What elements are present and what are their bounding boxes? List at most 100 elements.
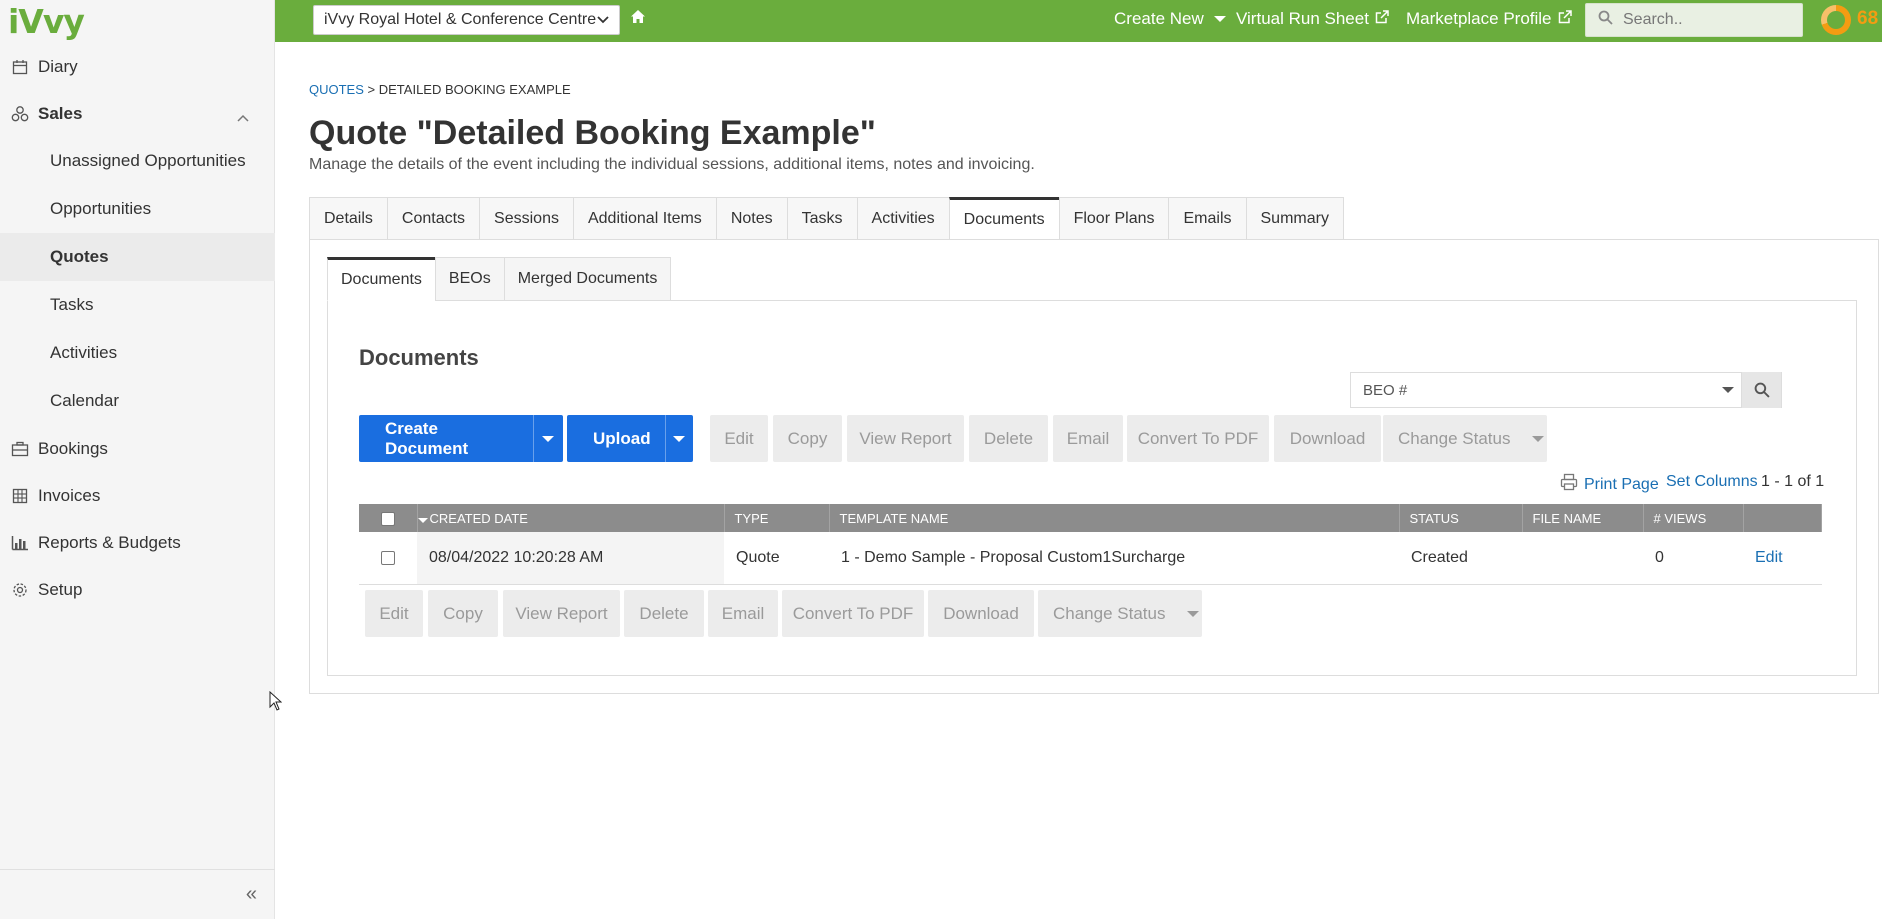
copy-button[interactable]: Copy: [773, 415, 842, 462]
row-select-cell: [359, 532, 417, 585]
sidebar-item-activities[interactable]: Activities: [0, 329, 275, 377]
caret-down-icon: [1213, 16, 1226, 22]
column-template-name[interactable]: TEMPLATE NAME: [829, 504, 1400, 532]
create-document-button[interactable]: Create Document: [359, 415, 563, 462]
search-icon: [1754, 382, 1770, 398]
caret-down-icon: [1187, 610, 1200, 617]
progress-donut-icon[interactable]: [1821, 5, 1851, 35]
delete-button[interactable]: Delete: [969, 415, 1048, 462]
cell-created-date: 08/04/2022 10:20:28 AM: [417, 532, 724, 585]
sidebar-item-label: Reports & Budgets: [38, 532, 181, 552]
marketplace-profile-link[interactable]: Marketplace Profile: [1406, 9, 1572, 29]
sidebar-item-invoices[interactable]: Invoices: [0, 472, 275, 519]
sidebar-item-label: Diary: [38, 56, 78, 76]
printer-icon: [1560, 473, 1578, 496]
set-columns-link[interactable]: Set Columns: [1666, 473, 1758, 491]
tab-emails[interactable]: Emails: [1168, 197, 1246, 240]
tab-documents[interactable]: Documents: [948, 197, 1059, 240]
tab-activities[interactable]: Activities: [856, 197, 949, 240]
sidebar-item-sales[interactable]: Sales: [0, 90, 275, 137]
marketplace-profile-label: Marketplace Profile: [1406, 9, 1552, 28]
edit-button-bottom[interactable]: Edit: [365, 590, 423, 637]
sales-icon: [10, 104, 30, 124]
invoice-icon: [10, 486, 30, 506]
sidebar-item-opportunities[interactable]: Opportunities: [0, 185, 275, 233]
copy-button-bottom[interactable]: Copy: [428, 590, 498, 637]
page-title: Quote "Detailed Booking Example": [309, 114, 876, 152]
beo-filter-value: BEO #: [1363, 381, 1408, 399]
column-type[interactable]: TYPE: [724, 504, 830, 532]
delete-button-bottom[interactable]: Delete: [624, 590, 704, 637]
tab-sessions[interactable]: Sessions: [479, 197, 573, 240]
view-report-button-bottom[interactable]: View Report: [503, 590, 620, 637]
upload-button[interactable]: Upload: [567, 415, 693, 462]
tab-additional-items[interactable]: Additional Items: [572, 197, 716, 240]
collapse-sidebar-icon[interactable]: «: [246, 883, 257, 906]
venue-select-value: iVvy Royal Hotel & Conference Centre: [324, 11, 597, 28]
download-button[interactable]: Download: [1274, 415, 1381, 462]
caret-down-icon[interactable]: [664, 415, 693, 462]
cell-actions: Edit: [1743, 532, 1822, 585]
tab-floor-plans[interactable]: Floor Plans: [1058, 197, 1169, 240]
ivvy-logo[interactable]: iVvy: [8, 2, 85, 41]
sidebar-item-calendar[interactable]: Calendar: [0, 377, 275, 425]
breadcrumb-separator: >: [367, 82, 376, 97]
sidebar-item-reports-budgets[interactable]: Reports & Budgets: [0, 519, 275, 566]
set-columns-label[interactable]: Set Columns: [1666, 473, 1758, 491]
change-status-button[interactable]: Change Status: [1383, 415, 1547, 462]
tab-summary[interactable]: Summary: [1245, 197, 1344, 240]
column-status[interactable]: STATUS: [1399, 504, 1523, 532]
search-input[interactable]: [1623, 11, 1783, 29]
search-button[interactable]: [1741, 372, 1781, 408]
column-views[interactable]: # VIEWS: [1643, 504, 1744, 532]
breadcrumb-quotes-link[interactable]: QUOTES: [309, 82, 364, 97]
column-file-name[interactable]: FILE NAME: [1522, 504, 1644, 532]
tab-details[interactable]: Details: [309, 197, 387, 240]
page-description: Manage the details of the event includin…: [309, 156, 1035, 173]
create-new-menu[interactable]: Create New: [1114, 9, 1226, 29]
sidebar-item-tasks[interactable]: Tasks: [0, 281, 275, 329]
tab-notes[interactable]: Notes: [715, 197, 787, 240]
chevron-up-icon[interactable]: [237, 107, 249, 127]
progress-value: 68: [1857, 8, 1879, 29]
email-button[interactable]: Email: [1053, 415, 1123, 462]
convert-to-pdf-button[interactable]: Convert To PDF: [1127, 415, 1269, 462]
row-checkbox[interactable]: [381, 550, 395, 565]
home-icon[interactable]: [630, 9, 646, 29]
breadcrumb-current: DETAILED BOOKING EXAMPLE: [378, 82, 571, 97]
caret-down-icon[interactable]: [532, 415, 563, 462]
edit-button[interactable]: Edit: [710, 415, 768, 462]
print-page-label[interactable]: Print Page: [1584, 476, 1659, 494]
subtab-merged-documents[interactable]: Merged Documents: [503, 257, 672, 301]
column-created-date[interactable]: CREATED DATE: [417, 504, 725, 532]
tab-contacts[interactable]: Contacts: [386, 197, 480, 240]
convert-to-pdf-button-bottom[interactable]: Convert To PDF: [782, 590, 924, 637]
sub-tabs: Documents BEOs Merged Documents: [327, 257, 672, 301]
sidebar-item-bookings[interactable]: Bookings: [0, 425, 275, 472]
venue-select[interactable]: iVvy Royal Hotel & Conference Centre: [313, 5, 620, 35]
sidebar-item-setup[interactable]: Setup: [0, 566, 275, 613]
cell-template-name: 1 - Demo Sample - Proposal Custom1Surcha…: [829, 532, 1399, 585]
download-button-bottom[interactable]: Download: [928, 590, 1034, 637]
email-button-bottom[interactable]: Email: [708, 590, 778, 637]
sidebar-item-quotes[interactable]: Quotes: [0, 233, 275, 281]
virtual-run-sheet-label: Virtual Run Sheet: [1236, 9, 1369, 28]
subtab-beos[interactable]: BEOs: [434, 257, 504, 301]
tab-tasks[interactable]: Tasks: [786, 197, 857, 240]
select-all-checkbox[interactable]: [380, 511, 395, 526]
subtab-documents[interactable]: Documents: [327, 257, 435, 301]
row-edit-link[interactable]: Edit: [1755, 549, 1783, 566]
documents-table: CREATED DATE TYPE TEMPLATE NAME STATUS F…: [359, 504, 1822, 585]
print-page-link[interactable]: Print Page: [1560, 473, 1659, 496]
beo-filter[interactable]: BEO #: [1350, 372, 1782, 408]
top-bar: iVvy Royal Hotel & Conference Centre Cre…: [275, 0, 1882, 42]
cell-type: Quote: [724, 532, 829, 585]
documents-section-title: Documents: [359, 345, 479, 370]
sidebar-item-unassigned-opportunities[interactable]: Unassigned Opportunities: [0, 137, 275, 185]
sidebar: iVvy Diary Sales Unassigned Opportunitie…: [0, 0, 275, 919]
virtual-run-sheet-link[interactable]: Virtual Run Sheet: [1236, 9, 1389, 29]
sidebar-item-label: Bookings: [38, 438, 108, 458]
view-report-button[interactable]: View Report: [847, 415, 964, 462]
sidebar-item-diary[interactable]: Diary: [0, 43, 275, 90]
change-status-button-bottom[interactable]: Change Status: [1038, 590, 1202, 637]
